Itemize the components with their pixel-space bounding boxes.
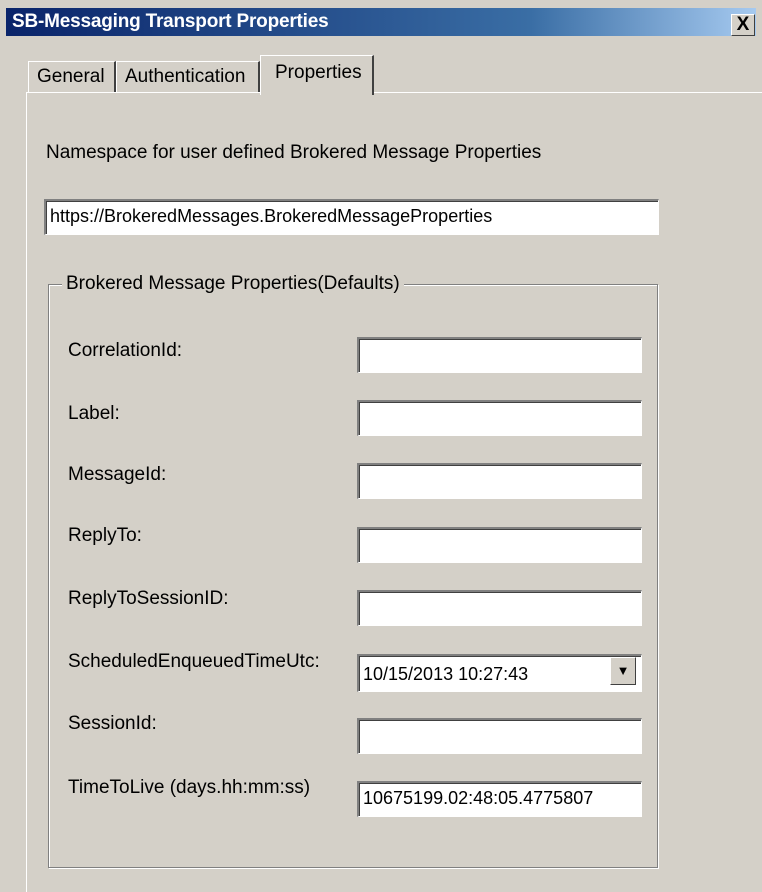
reply-to-label: ReplyTo: xyxy=(68,525,142,546)
correlation-id-input[interactable] xyxy=(357,337,642,373)
tab-authentication[interactable]: Authentication xyxy=(116,61,260,93)
time-to-live-input[interactable]: 10675199.02:48:05.4775807 xyxy=(357,781,642,817)
label-input[interactable] xyxy=(357,400,642,436)
label-label: Label: xyxy=(68,403,120,424)
close-button[interactable]: X xyxy=(731,14,755,36)
scheduled-enqueued-time-select[interactable]: 10/15/2013 10:27:43 xyxy=(357,654,642,692)
groupbox-title: Brokered Message Properties(Defaults) xyxy=(62,273,404,295)
message-id-input[interactable] xyxy=(357,463,642,499)
namespace-input[interactable]: https://BrokeredMessages.BrokeredMessage… xyxy=(44,199,659,235)
session-id-input[interactable] xyxy=(357,718,642,754)
chevron-down-icon: ▼ xyxy=(616,663,630,678)
reply-to-input[interactable] xyxy=(357,527,642,563)
tab-general[interactable]: General xyxy=(28,61,116,93)
session-id-label: SessionId: xyxy=(68,713,157,734)
reply-to-session-id-label: ReplyToSessionID: xyxy=(68,588,229,609)
window-title: SB-Messaging Transport Properties xyxy=(12,11,329,32)
namespace-label: Namespace for user defined Brokered Mess… xyxy=(46,142,542,163)
time-to-live-label: TimeToLive (days.hh:mm:ss) xyxy=(68,777,311,798)
scheduled-enqueued-time-value: 10/15/2013 10:27:43 xyxy=(363,664,529,684)
close-icon: X xyxy=(736,14,750,35)
reply-to-session-id-input[interactable] xyxy=(357,590,642,626)
correlation-id-label: CorrelationId: xyxy=(68,340,183,361)
tab-properties[interactable]: Properties xyxy=(260,55,374,95)
dropdown-button[interactable]: ▼ xyxy=(610,657,636,685)
message-id-label: MessageId: xyxy=(68,464,167,485)
scheduled-enqueued-time-label: ScheduledEnqueuedTimeUtc: xyxy=(68,651,320,672)
title-bar: SB-Messaging Transport Properties xyxy=(6,8,756,36)
